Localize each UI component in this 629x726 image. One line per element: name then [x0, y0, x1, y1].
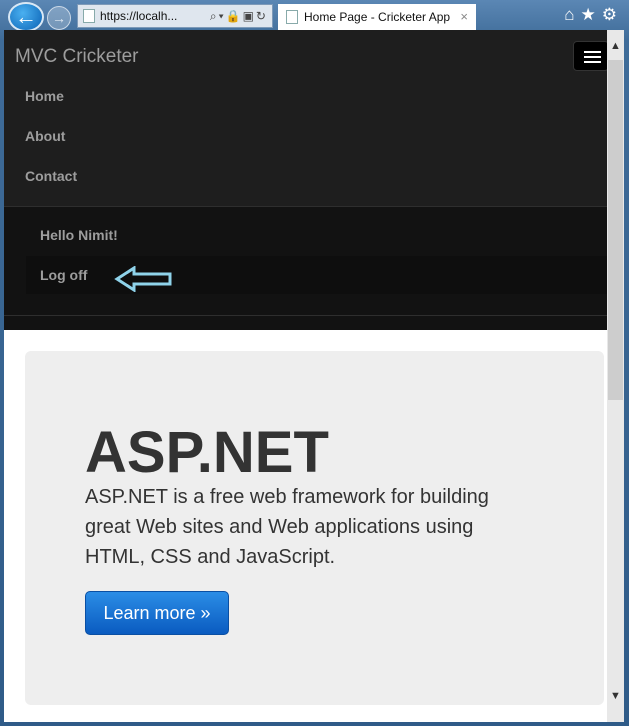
- page-viewport: MVC Cricketer Home About Contact Hello N…: [4, 30, 624, 722]
- nav-contact[interactable]: Contact: [25, 168, 77, 184]
- tab-home-page[interactable]: Home Page - Cricketer App ×: [278, 4, 476, 32]
- brand-link[interactable]: MVC Cricketer: [15, 46, 139, 68]
- browser-chrome: ← → https://localh... ⌕▾🔒▣↻ Home Page - C…: [0, 0, 629, 32]
- logoff-link[interactable]: Log off: [40, 267, 87, 283]
- tab-title: Home Page - Cricketer App: [304, 10, 451, 24]
- jumbotron-lead: ASP.NET is a free web framework for buil…: [85, 486, 489, 568]
- close-tab-icon[interactable]: ×: [460, 4, 468, 30]
- scrollbar-thumb[interactable]: [608, 60, 623, 400]
- scroll-up-icon[interactable]: ▲: [610, 40, 621, 52]
- divider: [4, 206, 607, 207]
- jumbotron-title: ASP.NET: [85, 420, 329, 485]
- nav-home[interactable]: Home: [25, 88, 64, 104]
- address-icons[interactable]: ⌕▾🔒▣↻: [210, 5, 268, 27]
- divider: [4, 315, 607, 316]
- hello-user-link[interactable]: Hello Nimit!: [40, 227, 118, 243]
- address-text: https://localh...: [100, 9, 178, 23]
- annotation-arrow-icon: [114, 266, 172, 292]
- page-icon: [286, 10, 298, 24]
- toolbar-icons[interactable]: ⌂★⚙: [564, 5, 623, 25]
- back-button[interactable]: ←: [8, 2, 44, 32]
- forward-button[interactable]: →: [47, 6, 71, 30]
- navbar: MVC Cricketer Home About Contact Hello N…: [4, 30, 609, 330]
- address-bar[interactable]: https://localh... ⌕▾🔒▣↻: [77, 4, 273, 28]
- learn-more-button[interactable]: Learn more »: [85, 591, 229, 635]
- jumbotron: ASP.NET ASP.NET is a free web framework …: [25, 351, 604, 705]
- scroll-down-icon[interactable]: ▼: [610, 690, 621, 702]
- page-icon: [83, 9, 95, 23]
- scrollbar[interactable]: ▲ ▼: [607, 30, 624, 722]
- menu-toggle-button[interactable]: [573, 41, 609, 71]
- nav-about[interactable]: About: [25, 128, 65, 144]
